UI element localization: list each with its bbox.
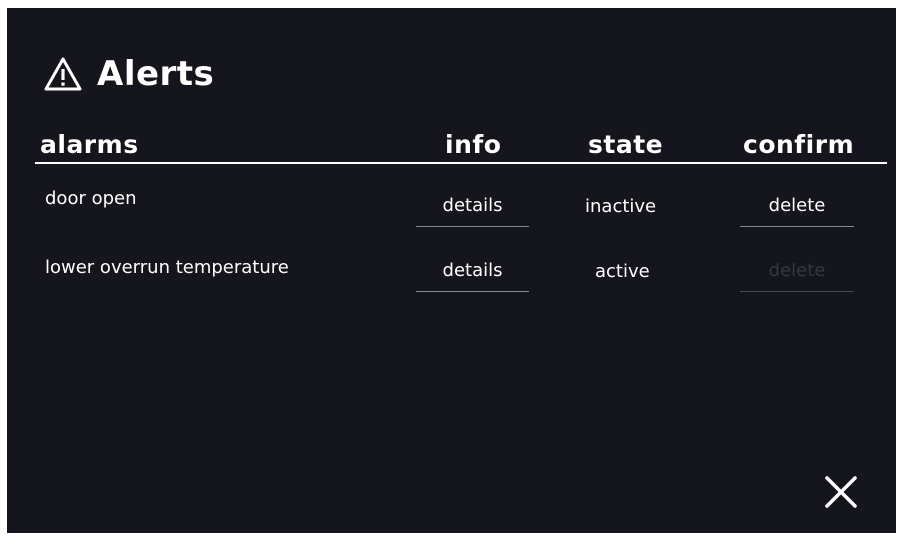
- alarm-name: door open: [45, 188, 137, 209]
- column-header-confirm: confirm: [743, 130, 855, 159]
- header-divider: [35, 162, 887, 164]
- title-bar: Alerts: [43, 54, 214, 94]
- close-button[interactable]: [823, 474, 859, 510]
- details-button[interactable]: details: [416, 251, 529, 292]
- delete-button[interactable]: delete: [740, 186, 854, 227]
- alarm-name: lower overrun temperature: [45, 257, 289, 278]
- column-header-alarms: alarms: [40, 130, 139, 159]
- details-button[interactable]: details: [416, 186, 529, 227]
- alarm-state: inactive: [585, 196, 657, 217]
- close-icon: [823, 474, 859, 510]
- alerts-screen: Alerts alarms info state confirm door op…: [7, 8, 896, 533]
- warning-icon: [43, 56, 83, 92]
- column-header-info: info: [445, 130, 502, 159]
- alarm-state: active: [595, 261, 650, 282]
- delete-button-disabled: delete: [740, 251, 854, 292]
- page-title: Alerts: [97, 54, 215, 94]
- column-header-state: state: [588, 130, 664, 159]
